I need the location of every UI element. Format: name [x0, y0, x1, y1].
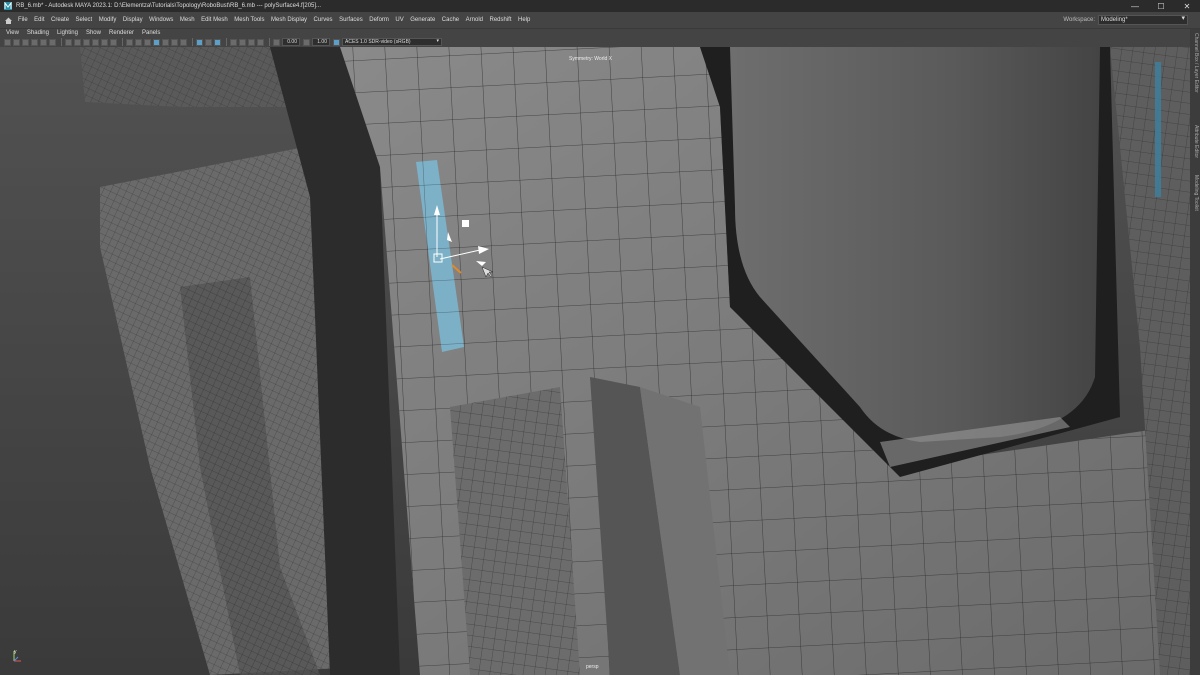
window-controls: — ☐ ✕ [1122, 0, 1200, 12]
workspace-label: Workspace: [1063, 17, 1095, 23]
minimize-button[interactable]: — [1122, 0, 1148, 12]
panel-menu-shading[interactable]: Shading [27, 30, 49, 36]
camera-attributes-icon[interactable] [13, 38, 20, 46]
lights-icon[interactable] [171, 38, 178, 46]
ambient-occlusion-icon[interactable] [230, 38, 237, 46]
grease-pencil-icon[interactable] [49, 38, 56, 46]
viewport-persp[interactable]: Symmetry: World X persp y [0, 47, 1190, 675]
window-title: RB_6.mb* - Autodesk MAYA 2023.1: D:\Elem… [16, 3, 322, 9]
tab-channel-box[interactable]: Channel Box / Layer Editor [1193, 33, 1199, 93]
menu-display[interactable]: Display [123, 17, 143, 23]
menu-redshift[interactable]: Redshift [489, 17, 511, 23]
menu-mesh[interactable]: Mesh [180, 17, 195, 23]
menu-windows[interactable]: Windows [149, 17, 173, 23]
menu-help[interactable]: Help [518, 17, 530, 23]
anti-aliasing-icon[interactable] [248, 38, 255, 46]
panel-menu-renderer[interactable]: Renderer [109, 30, 134, 36]
menu-deform[interactable]: Deform [369, 17, 389, 23]
main-menu-bar: File Edit Create Select Modify Display W… [0, 12, 1200, 29]
menu-surfaces[interactable]: Surfaces [339, 17, 363, 23]
textured-icon[interactable] [162, 38, 169, 46]
gate-mask-icon[interactable] [92, 38, 99, 46]
film-gate-icon[interactable] [74, 38, 81, 46]
camera-label: persp [586, 664, 599, 670]
menu-mesh-display[interactable]: Mesh Display [271, 17, 307, 23]
symmetry-label: Symmetry: World X [569, 56, 612, 62]
grid-icon[interactable] [65, 38, 72, 46]
home-icon[interactable] [2, 14, 14, 26]
menu-file[interactable]: File [18, 17, 28, 23]
gamma-field[interactable]: 1.00 [312, 38, 330, 46]
panel-menu-bar: View Shading Lighting Show Renderer Pane… [0, 29, 1200, 37]
axis-y-label: y [14, 649, 17, 655]
exposure-field[interactable]: 0.00 [282, 38, 300, 46]
workspace-dropdown[interactable]: Modeling* [1098, 15, 1188, 25]
menu-uv[interactable]: UV [395, 17, 403, 23]
camera-select-icon[interactable] [4, 38, 11, 46]
mesh-render [0, 47, 1190, 675]
toolbar-divider [269, 38, 270, 46]
menu-curves[interactable]: Curves [314, 17, 333, 23]
maya-logo-icon [4, 2, 12, 10]
menu-mesh-tools[interactable]: Mesh Tools [234, 17, 264, 23]
toolbar-divider [122, 38, 123, 46]
default-material-icon[interactable] [144, 38, 151, 46]
maximize-button[interactable]: ☐ [1148, 0, 1174, 12]
smooth-shade-icon[interactable] [135, 38, 142, 46]
safe-action-icon[interactable] [110, 38, 117, 46]
menu-modify[interactable]: Modify [99, 17, 117, 23]
bookmark-icon[interactable] [22, 38, 29, 46]
title-bar: RB_6.mb* - Autodesk MAYA 2023.1: D:\Elem… [0, 0, 1200, 12]
depth-of-field-icon[interactable] [257, 38, 264, 46]
2d-pan-zoom-icon[interactable] [40, 38, 47, 46]
wireframe-on-shaded-icon[interactable] [153, 38, 160, 46]
motion-blur-icon[interactable] [239, 38, 246, 46]
toolbar-divider [192, 38, 193, 46]
panel-menu-panels[interactable]: Panels [142, 30, 160, 36]
shadows-icon[interactable] [180, 38, 187, 46]
side-panel-strip: Channel Box / Layer Editor Attribute Edi… [1190, 29, 1200, 675]
exposure-icon[interactable] [273, 38, 280, 46]
menu-cache[interactable]: Cache [442, 17, 459, 23]
field-chart-icon[interactable] [101, 38, 108, 46]
toolbar-divider [61, 38, 62, 46]
toolbar-divider [226, 38, 227, 46]
image-plane-icon[interactable] [31, 38, 38, 46]
resolution-gate-icon[interactable] [83, 38, 90, 46]
tab-modeling-toolkit[interactable]: Modeling Toolkit [1193, 175, 1199, 211]
workspace-selector: Workspace: Modeling* [1063, 15, 1188, 25]
menu-edit-mesh[interactable]: Edit Mesh [201, 17, 228, 23]
xray-icon[interactable] [205, 38, 212, 46]
tab-attribute-editor[interactable]: Attribute Editor [1193, 125, 1199, 158]
gamma-icon[interactable] [303, 38, 310, 46]
menu-generate[interactable]: Generate [410, 17, 435, 23]
color-space-dropdown[interactable]: ACES 1.0 SDR-video (sRGB) [342, 38, 442, 46]
close-button[interactable]: ✕ [1174, 0, 1200, 12]
isolate-select-icon[interactable] [196, 38, 203, 46]
menu-edit[interactable]: Edit [34, 17, 44, 23]
menu-create[interactable]: Create [51, 17, 69, 23]
panel-toolbar: 0.00 1.00 ACES 1.0 SDR-video (sRGB) [0, 37, 1190, 47]
wireframe-icon[interactable] [126, 38, 133, 46]
color-management-icon[interactable] [333, 38, 340, 46]
menu-arnold[interactable]: Arnold [466, 17, 483, 23]
panel-menu-lighting[interactable]: Lighting [57, 30, 78, 36]
xray-joints-icon[interactable] [214, 38, 221, 46]
panel-menu-show[interactable]: Show [86, 30, 101, 36]
panel-menu-view[interactable]: View [6, 30, 19, 36]
menu-select[interactable]: Select [76, 17, 93, 23]
